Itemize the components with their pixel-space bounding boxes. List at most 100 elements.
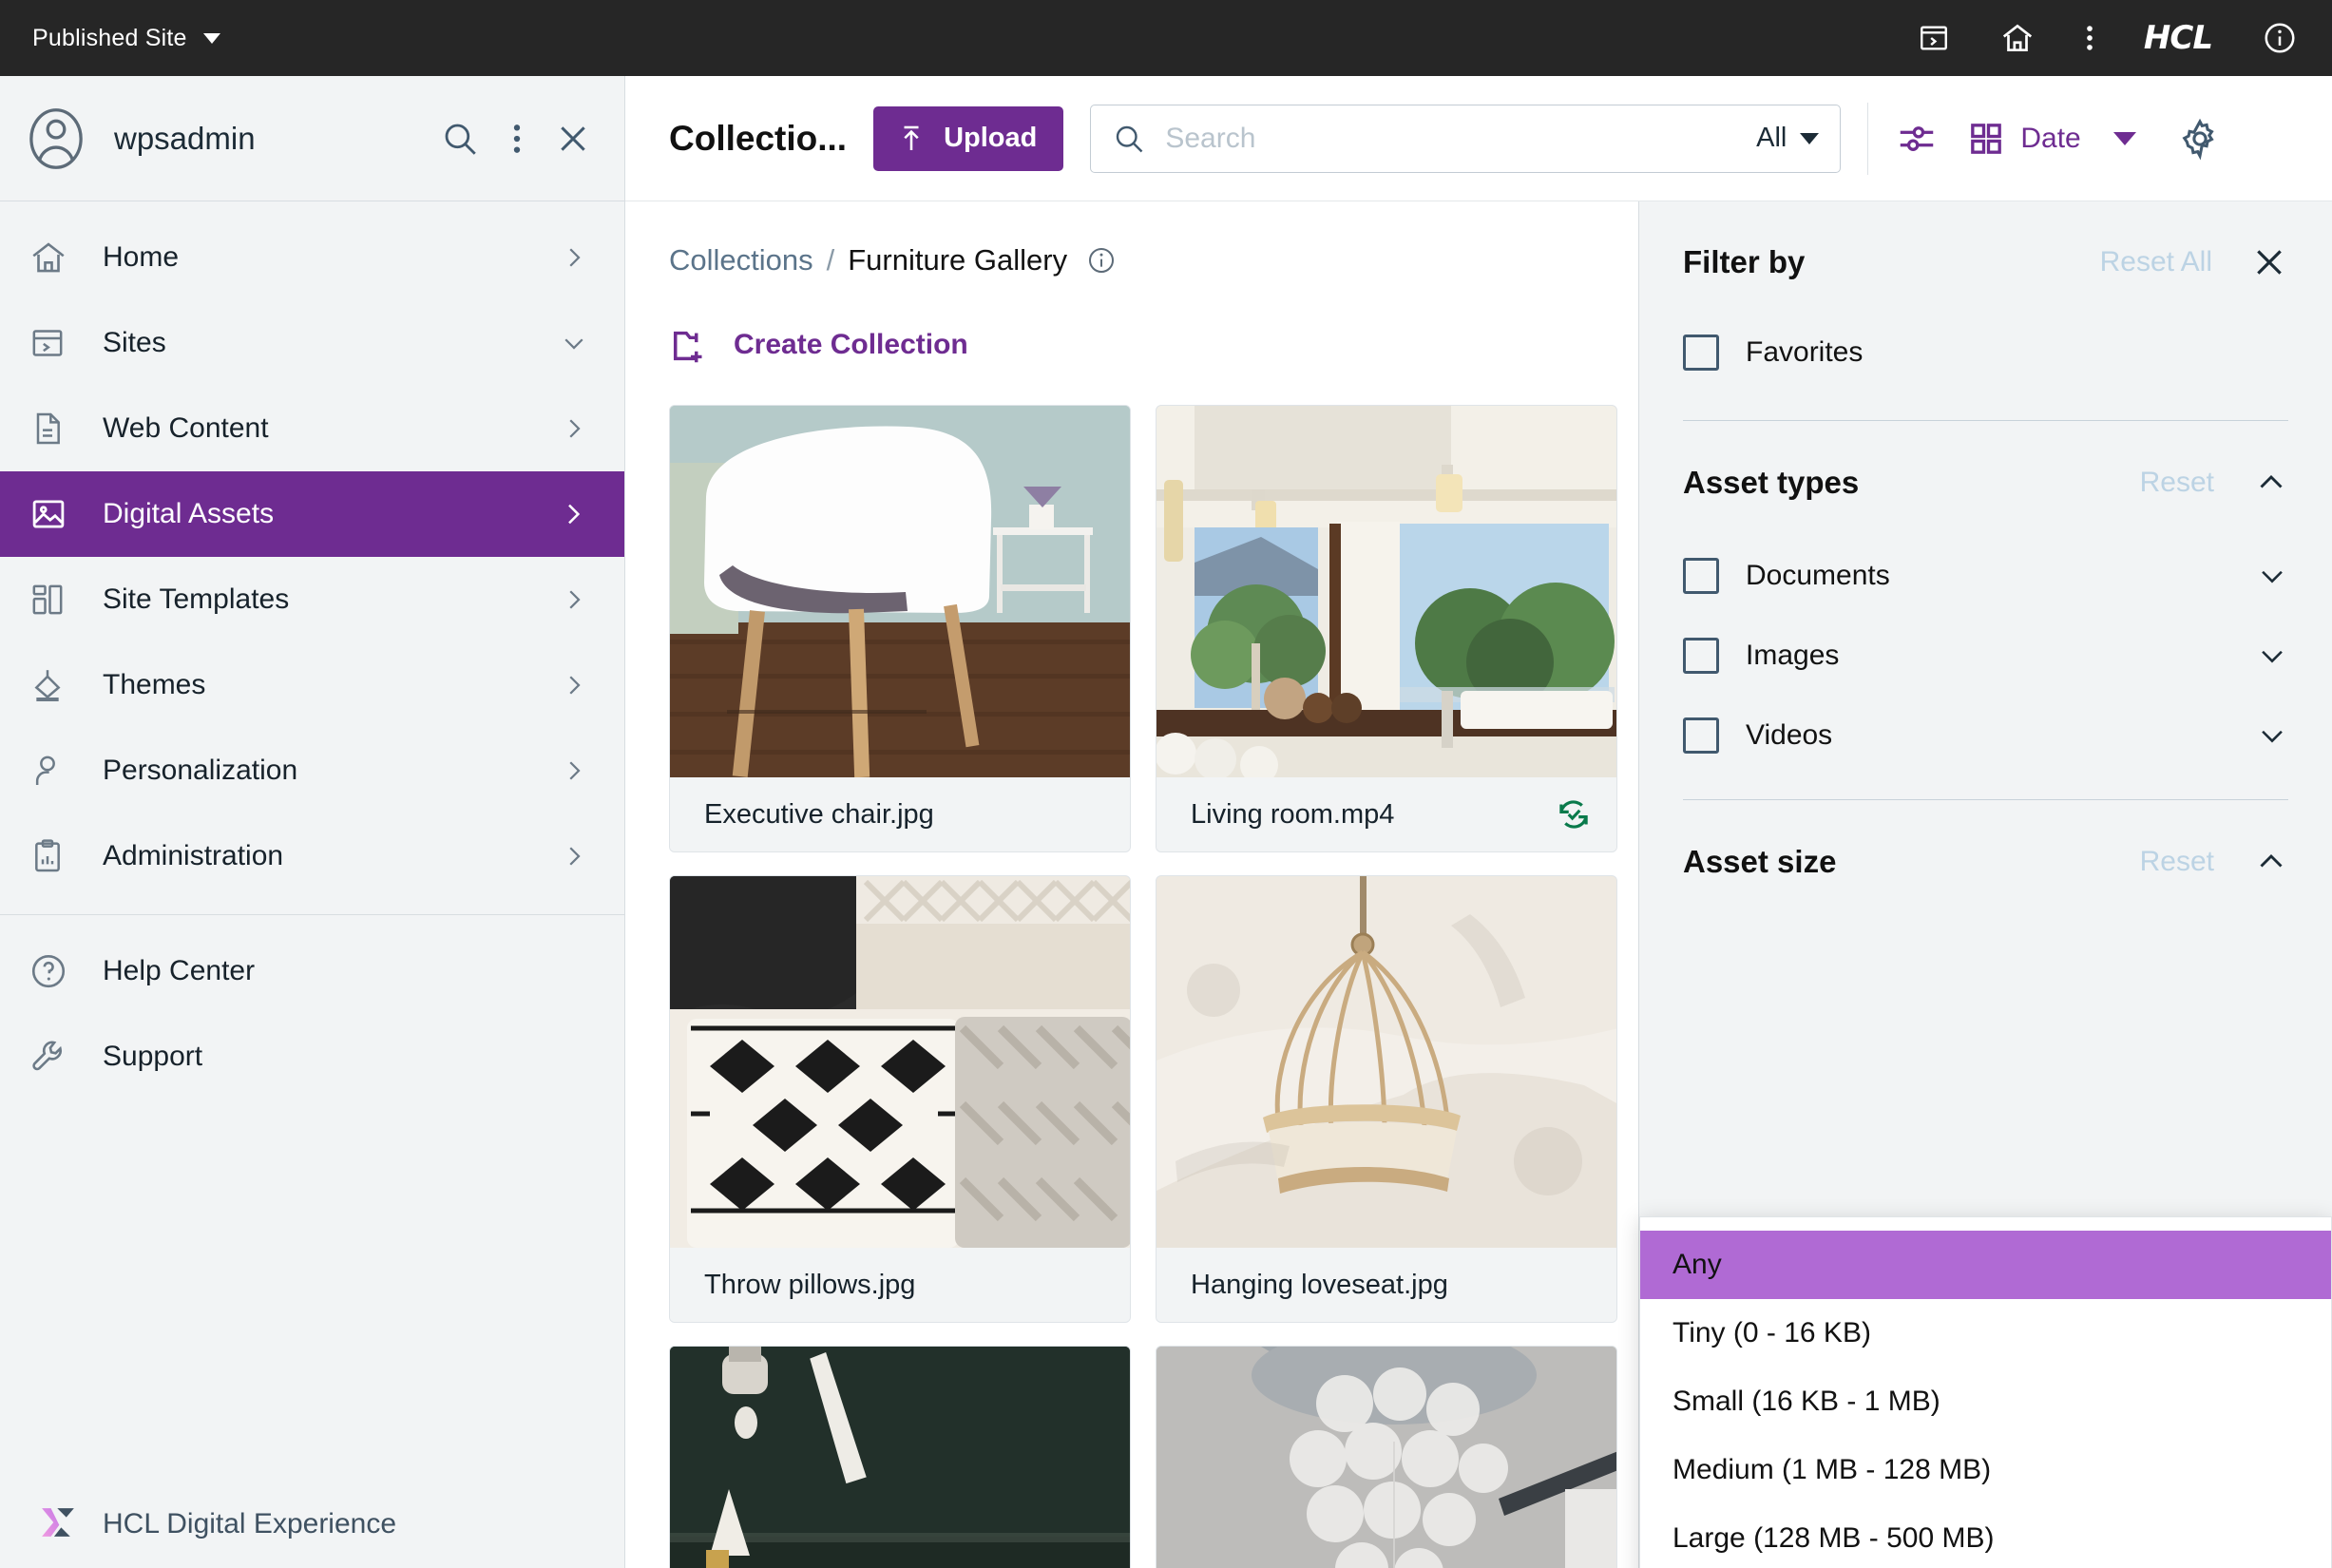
sidebar-nav: Home Sites Web Content Digital Assets Si… bbox=[0, 201, 624, 899]
asset-size-option-small[interactable]: Small (16 KB - 1 MB) bbox=[1640, 1367, 2331, 1436]
sidebar-item-label: Support bbox=[103, 1041, 203, 1072]
body-row: wpsadmin Home Sites Web Content Digital … bbox=[0, 76, 2332, 1568]
sliders-icon[interactable] bbox=[1895, 117, 1939, 161]
breadcrumb-collections[interactable]: Collections bbox=[669, 243, 813, 277]
asset-card[interactable]: Hanging loveseat.jpg bbox=[1156, 875, 1617, 1323]
images-label: Images bbox=[1746, 640, 1840, 671]
sidebar-item-home[interactable]: Home bbox=[0, 215, 624, 300]
documents-checkbox[interactable] bbox=[1683, 558, 1719, 594]
published-site-selector[interactable]: Published Site bbox=[32, 25, 220, 52]
chevron-up-icon[interactable] bbox=[2254, 845, 2288, 879]
assets-grid: Executive chair.jpg Living room.mp4 Thro… bbox=[669, 405, 1638, 1568]
sidebar-item-label: Personalization bbox=[103, 755, 298, 786]
published-sync-icon[interactable] bbox=[1554, 794, 1594, 834]
asset-size-option-any[interactable]: Any bbox=[1640, 1231, 2331, 1299]
upload-icon bbox=[894, 122, 928, 156]
asset-card[interactable]: Executive chair.jpg bbox=[669, 405, 1131, 852]
filter-favorites-row: Favorites bbox=[1683, 335, 2288, 371]
sidebar-item-label: Home bbox=[103, 241, 180, 273]
search-scope-dropdown[interactable]: All bbox=[1743, 123, 1820, 154]
asset-size-option-medium[interactable]: Medium (1 MB - 128 MB) bbox=[1640, 1436, 2331, 1504]
avatar[interactable] bbox=[25, 107, 87, 170]
asset-card[interactable]: Living room.mp4 bbox=[1156, 405, 1617, 852]
asset-types-reset-button[interactable]: Reset bbox=[2140, 467, 2214, 499]
close-icon[interactable] bbox=[554, 120, 592, 158]
sites-panel-icon[interactable] bbox=[1918, 22, 1950, 54]
search-scope-label: All bbox=[1756, 123, 1787, 153]
asset-card-footer: Hanging loveseat.jpg bbox=[1156, 1248, 1616, 1322]
close-icon[interactable] bbox=[2250, 243, 2288, 281]
overflow-menu-icon[interactable] bbox=[512, 120, 522, 158]
asset-thumbnail bbox=[1156, 1347, 1616, 1568]
document-icon bbox=[29, 410, 72, 448]
sidebar-footer-label: HCL Digital Experience bbox=[103, 1508, 397, 1539]
asset-thumbnail bbox=[1156, 876, 1616, 1248]
asset-size-section-header: Asset size Reset bbox=[1683, 844, 2288, 880]
videos-checkbox[interactable] bbox=[1683, 717, 1719, 754]
sidebar-user-header: wpsadmin bbox=[0, 76, 624, 201]
asset-name: Executive chair.jpg bbox=[704, 798, 934, 830]
chevron-right-icon bbox=[560, 756, 588, 785]
sidebar-item-help-center[interactable]: Help Center bbox=[0, 928, 624, 1014]
sidebar-item-digital-assets[interactable]: Digital Assets bbox=[0, 471, 624, 557]
asset-size-title: Asset size bbox=[1683, 844, 1837, 879]
sidebar-item-site-templates[interactable]: Site Templates bbox=[0, 557, 624, 642]
left-sidebar: wpsadmin Home Sites Web Content Digital … bbox=[0, 76, 625, 1568]
sidebar-item-label: Site Templates bbox=[103, 583, 290, 615]
sidebar-item-label: Web Content bbox=[103, 412, 269, 444]
info-icon[interactable] bbox=[1086, 245, 1117, 276]
filter-panel-title: Filter by bbox=[1683, 244, 1806, 279]
sidebar-item-administration[interactable]: Administration bbox=[0, 813, 624, 899]
main-area: Collectio... Upload Search All Date Coll… bbox=[625, 76, 2332, 1568]
chevron-right-icon bbox=[558, 499, 588, 529]
sidebar-user-actions bbox=[440, 119, 592, 159]
chevron-down-icon bbox=[1800, 132, 1820, 144]
sidebar-item-personalization[interactable]: Personalization bbox=[0, 728, 624, 813]
favorites-label: Favorites bbox=[1746, 336, 1864, 368]
upload-button[interactable]: Upload bbox=[873, 105, 1064, 171]
sidebar-item-sites[interactable]: Sites bbox=[0, 300, 624, 386]
chevron-up-icon[interactable] bbox=[2254, 466, 2288, 500]
info-icon[interactable] bbox=[2262, 20, 2298, 56]
chevron-down-icon[interactable] bbox=[2256, 640, 2288, 672]
sidebar-item-support[interactable]: Support bbox=[0, 1014, 624, 1100]
favorites-checkbox[interactable] bbox=[1683, 335, 1719, 371]
gear-icon[interactable] bbox=[2178, 117, 2222, 161]
home-icon bbox=[29, 238, 72, 277]
asset-size-option-large[interactable]: Large (128 MB - 500 MB) bbox=[1640, 1504, 2331, 1568]
sidebar-item-label: Sites bbox=[103, 327, 166, 358]
filter-divider bbox=[1683, 799, 2288, 800]
asset-size-option-tiny[interactable]: Tiny (0 - 16 KB) bbox=[1640, 1299, 2331, 1367]
sort-control[interactable]: Date bbox=[1967, 120, 2136, 158]
chevron-down-icon[interactable] bbox=[2256, 560, 2288, 592]
images-checkbox[interactable] bbox=[1683, 638, 1719, 674]
chevron-down-icon[interactable] bbox=[2256, 719, 2288, 752]
search-input[interactable] bbox=[1165, 122, 1744, 155]
sidebar-username: wpsadmin bbox=[114, 120, 256, 156]
filter-option-videos: Videos bbox=[1683, 717, 2288, 754]
sidebar-item-themes[interactable]: Themes bbox=[0, 642, 624, 728]
search-icon bbox=[1112, 122, 1146, 156]
asset-card[interactable]: Throw pillows.jpg bbox=[669, 875, 1131, 1323]
reset-all-button[interactable]: Reset All bbox=[2100, 246, 2212, 278]
filter-divider bbox=[1683, 420, 2288, 421]
asset-card[interactable] bbox=[1156, 1346, 1617, 1568]
asset-name: Living room.mp4 bbox=[1191, 798, 1395, 830]
sidebar-item-web-content[interactable]: Web Content bbox=[0, 386, 624, 471]
search-icon[interactable] bbox=[440, 119, 480, 159]
chevron-right-icon bbox=[560, 585, 588, 614]
sidebar-item-label: Administration bbox=[103, 840, 284, 871]
sidebar-item-label: Help Center bbox=[103, 955, 256, 986]
search-box: All bbox=[1090, 104, 1842, 173]
upload-button-label: Upload bbox=[944, 123, 1038, 153]
overflow-menu-icon[interactable] bbox=[2085, 22, 2094, 54]
create-collection-button[interactable]: Create Collection bbox=[669, 323, 1638, 367]
create-collection-label: Create Collection bbox=[734, 329, 968, 360]
asset-size-reset-button[interactable]: Reset bbox=[2140, 846, 2214, 878]
clipboard-chart-icon bbox=[29, 837, 72, 875]
sidebar-item-label: Digital Assets bbox=[103, 498, 275, 529]
home-icon[interactable] bbox=[1999, 20, 2036, 56]
breadcrumb-separator: / bbox=[826, 243, 835, 277]
published-site-label: Published Site bbox=[32, 24, 187, 51]
asset-card[interactable] bbox=[669, 1346, 1131, 1568]
